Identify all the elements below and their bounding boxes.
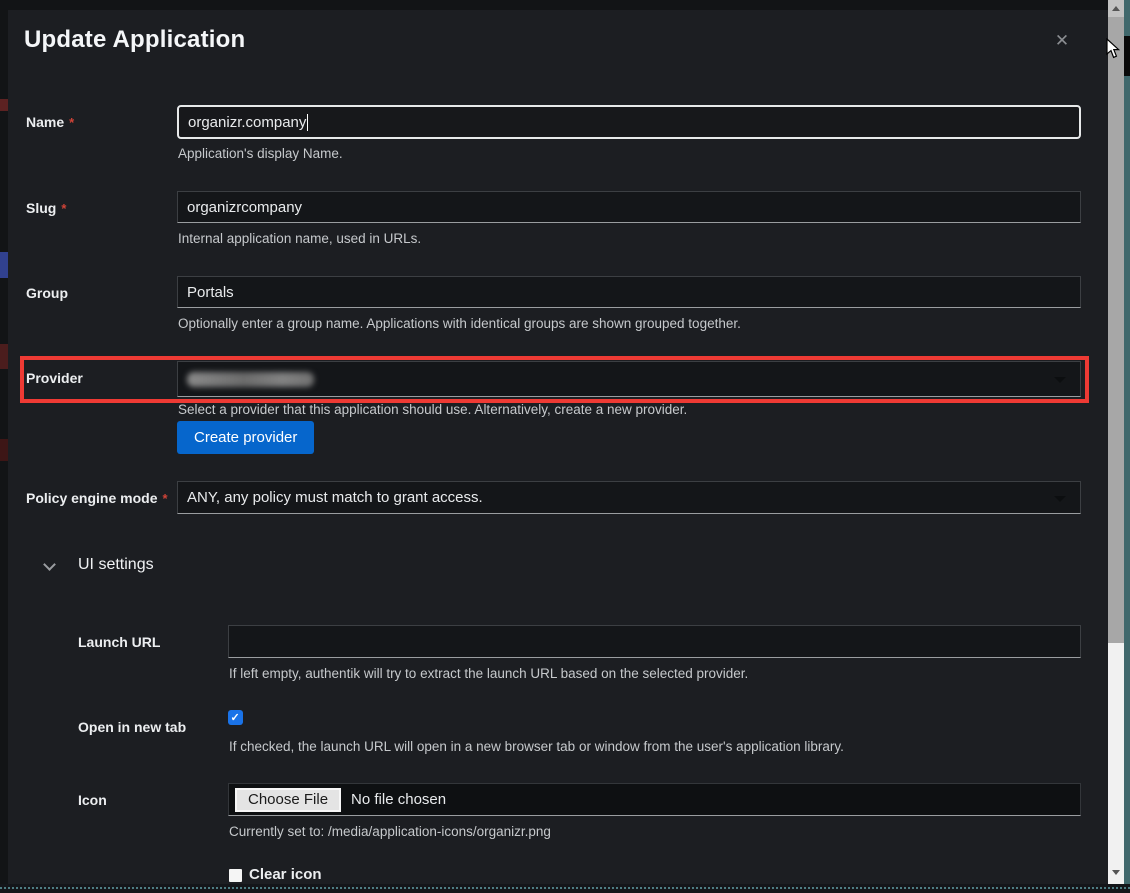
icon-file-input[interactable]: Choose File No file chosen — [228, 783, 1081, 816]
chevron-down-icon[interactable] — [45, 560, 55, 570]
open-in-new-tab-checkbox[interactable] — [228, 710, 243, 725]
required-asterisk: * — [162, 491, 167, 506]
open-in-new-tab-label: Open in new tab — [78, 719, 186, 735]
launch-url-input[interactable] — [228, 625, 1081, 658]
clear-icon-label: Clear icon — [249, 866, 322, 883]
close-icon[interactable]: ✕ — [1051, 30, 1073, 52]
icon-help: Currently set to: /media/application-ico… — [229, 824, 551, 839]
provider-select[interactable] — [177, 361, 1081, 397]
policy-engine-mode-select[interactable]: ANY, any policy must match to grant acce… — [177, 481, 1081, 514]
page-title: Update Application — [24, 26, 245, 54]
window-edge-notch — [1124, 36, 1130, 76]
chevron-down-icon — [1054, 377, 1066, 383]
file-status-text: No file chosen — [351, 791, 446, 808]
choose-file-button[interactable]: Choose File — [235, 788, 341, 812]
name-help: Application's display Name. — [178, 146, 343, 161]
provider-value-redacted — [187, 372, 314, 387]
vertical-scrollbar[interactable] — [1108, 0, 1124, 886]
required-asterisk: * — [69, 115, 74, 130]
text-caret — [307, 114, 308, 131]
mouse-cursor — [1106, 38, 1120, 59]
scroll-up-icon[interactable] — [1108, 0, 1124, 17]
bottom-dotted-outline — [0, 887, 1130, 889]
slug-help: Internal application name, used in URLs. — [178, 231, 421, 246]
backdrop-sliver — [0, 252, 8, 278]
name-input[interactable]: organizr.company — [177, 105, 1081, 139]
create-provider-button[interactable]: Create provider — [177, 421, 314, 454]
required-asterisk: * — [61, 201, 66, 216]
ui-settings-section-toggle[interactable]: UI settings — [78, 556, 154, 574]
icon-label: Icon — [78, 792, 107, 808]
provider-help: Select a provider that this application … — [178, 402, 687, 417]
launch-url-help: If left empty, authentik will try to ext… — [229, 666, 748, 681]
scroll-down-icon[interactable] — [1108, 858, 1124, 886]
provider-label: Provider — [26, 370, 83, 386]
group-input[interactable]: Portals — [177, 276, 1081, 308]
update-application-modal-screen: Update Application ✕ Name* organizr.comp… — [0, 0, 1130, 893]
backdrop-sliver — [0, 439, 8, 461]
backdrop-sliver — [0, 99, 8, 111]
group-label: Group — [26, 285, 68, 301]
launch-url-label: Launch URL — [78, 634, 160, 650]
open-in-new-tab-help: If checked, the launch URL will open in … — [229, 739, 844, 754]
policy-engine-mode-label: Policy engine mode* — [26, 490, 168, 506]
clear-icon-checkbox[interactable] — [229, 869, 242, 882]
scrollbar-thumb[interactable] — [1108, 17, 1124, 643]
name-label: Name* — [26, 114, 74, 130]
chevron-down-icon — [1054, 496, 1066, 502]
group-help: Optionally enter a group name. Applicati… — [178, 316, 741, 331]
slug-label: Slug* — [26, 200, 66, 216]
window-edge — [1124, 0, 1130, 893]
backdrop-sliver — [0, 344, 8, 369]
slug-input[interactable]: organizrcompany — [177, 191, 1081, 223]
